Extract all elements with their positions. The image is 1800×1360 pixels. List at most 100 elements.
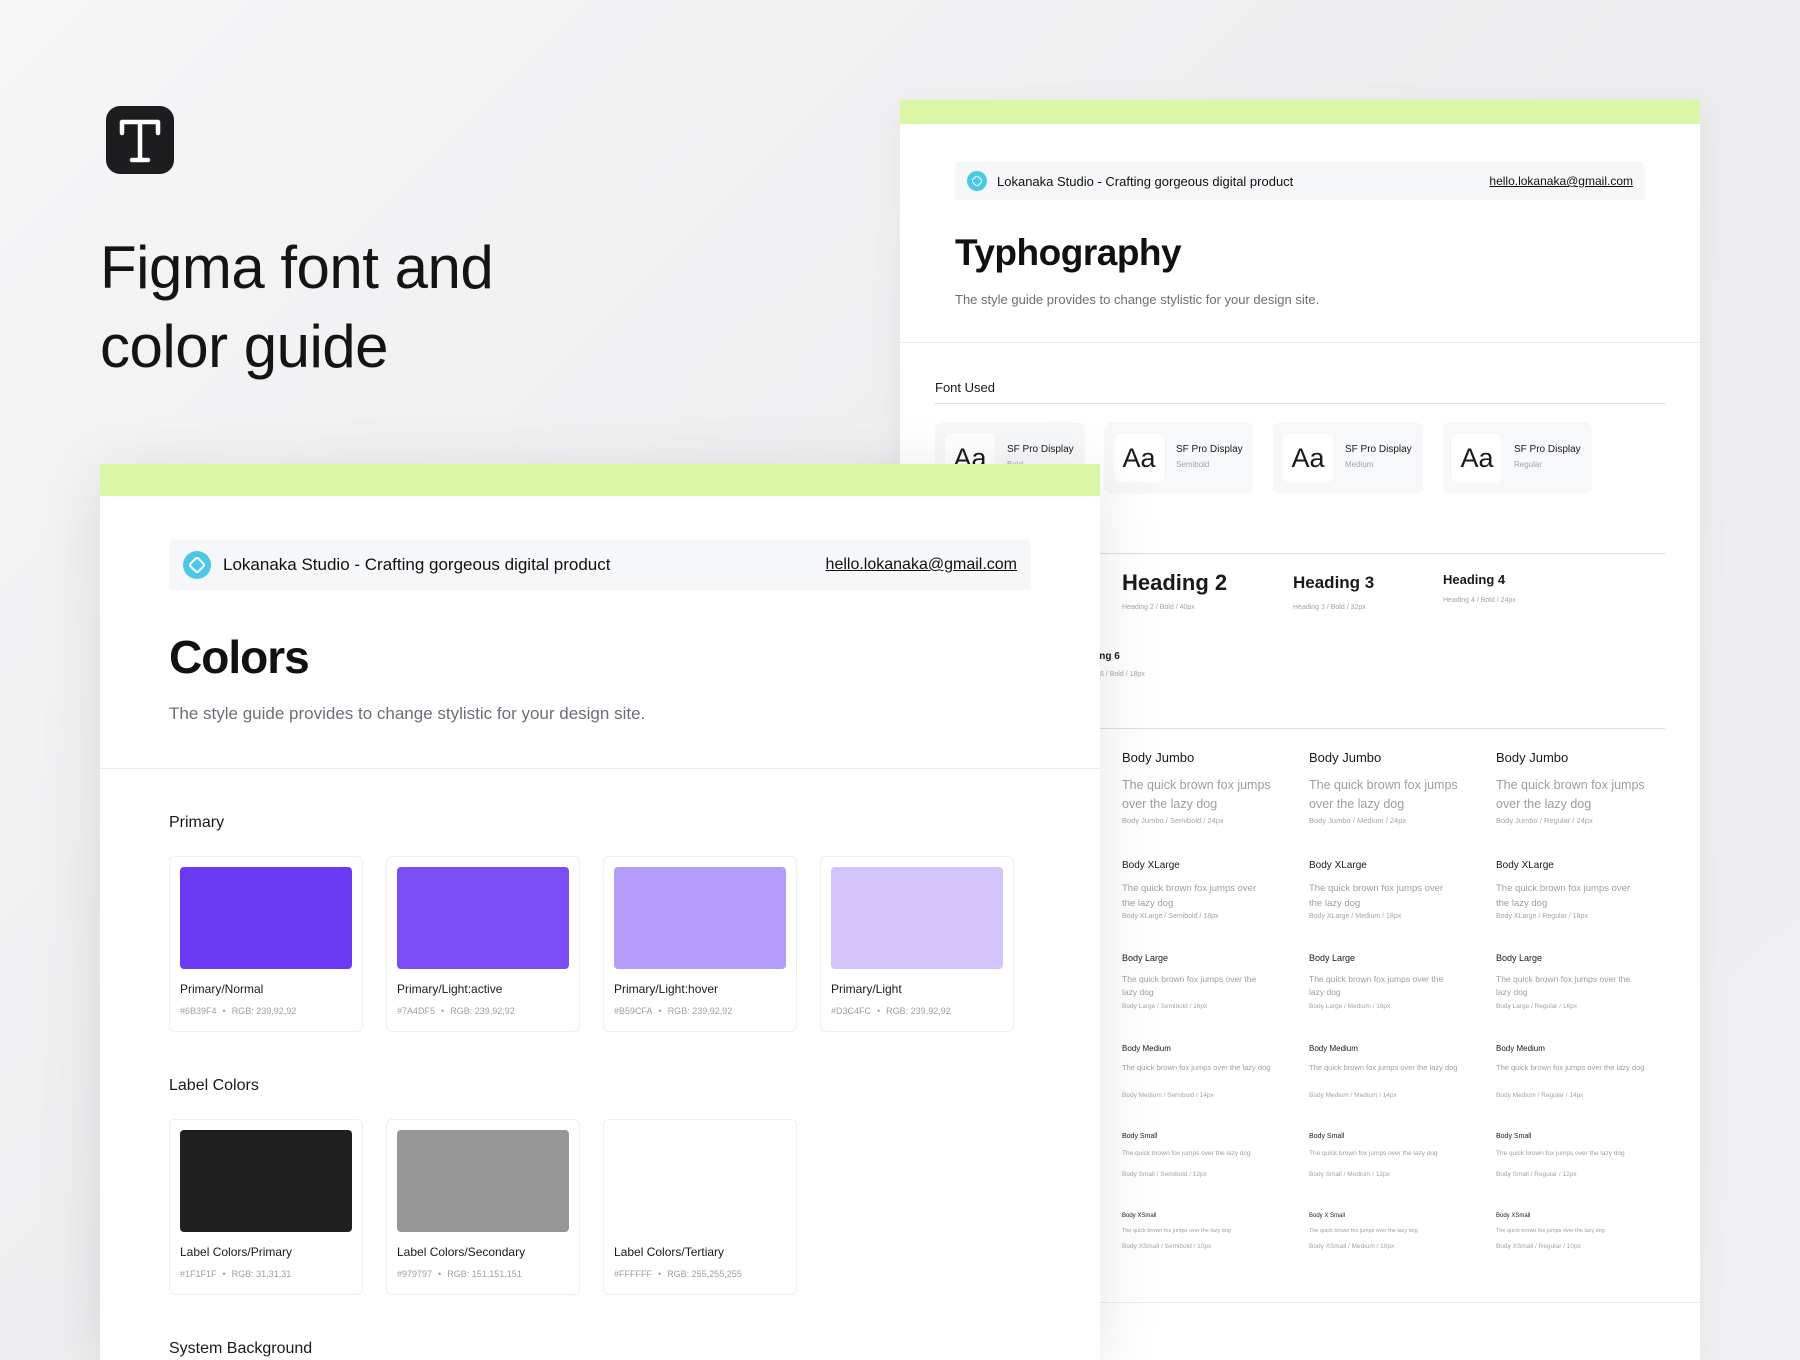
font-name: SF Pro Display xyxy=(1514,444,1581,455)
body-style-name: Body Large xyxy=(1496,953,1543,963)
body-style-name: Body Small xyxy=(1309,1133,1345,1140)
brand-bar: Lokanaka Studio - Crafting gorgeous digi… xyxy=(955,162,1645,200)
body-style-name: Body XSmall xyxy=(1122,1213,1157,1219)
color-name: Primary/Normal xyxy=(180,982,264,996)
section-label-font-used: Font Used xyxy=(935,380,995,395)
color-swatch xyxy=(180,867,352,969)
body-style-meta: Body Medium / Medium / 14px xyxy=(1309,1092,1397,1099)
color-swatch-card[interactable]: Label Colors/Tertiary #FFFFFF • RGB: 255,25… xyxy=(603,1119,797,1295)
heading-4-meta: Heading 4 / Bold / 24px xyxy=(1443,597,1516,604)
body-style-sample: The quick brown fox jumps over the lazy … xyxy=(1496,778,1645,812)
color-name: Primary/Light:hover xyxy=(614,982,719,996)
color-swatch-card[interactable]: Label Colors/Secondary #979797 • RGB: 151,1… xyxy=(386,1119,580,1295)
separator-dot: • xyxy=(222,1006,226,1016)
body-style-sample: The quick brown fox jumps over the lazy … xyxy=(1309,1063,1458,1072)
body-style-meta: Body XLarge / Regular / 18px xyxy=(1496,913,1588,920)
body-style-name: Body XLarge xyxy=(1496,860,1554,871)
app-icon xyxy=(106,106,174,174)
brand-name: Lokanaka Studio - Crafting gorgeous digi… xyxy=(997,173,1294,189)
brand-email-link[interactable]: hello.lokanaka@gmail.com xyxy=(1489,174,1633,188)
font-card: Aa SF Pro Display Regular xyxy=(1442,422,1592,494)
font-sample: Aa xyxy=(1114,434,1164,482)
section-label-primary: Primary xyxy=(169,814,225,831)
studio-logo-icon xyxy=(967,171,987,191)
body-style-meta: Body XLarge / Medium / 18px xyxy=(1309,913,1402,920)
body-style-name: Body Medium xyxy=(1496,1044,1545,1053)
color-rgb: RGB: 151,151,151 xyxy=(447,1269,522,1279)
color-values: #1F1F1F • RGB: 31,31,31 xyxy=(180,1269,291,1279)
body-style-name: Body Medium xyxy=(1309,1044,1358,1053)
body-style-name: Body Jumbo xyxy=(1309,750,1382,765)
color-swatch xyxy=(180,1130,352,1232)
body-style-meta: Body XSmall / Semibold / 10px xyxy=(1122,1243,1212,1250)
body-style-meta: Body Medium / Semibold / 14px xyxy=(1122,1092,1214,1099)
font-weight: Regular xyxy=(1514,460,1543,469)
body-style-name: Body Large xyxy=(1122,953,1169,963)
body-style-sample: The quick brown fox jumps over the lazy … xyxy=(1309,974,1444,998)
separator-dot: • xyxy=(877,1006,881,1016)
body-style-meta: Body Medium / Regular / 14px xyxy=(1496,1092,1584,1099)
section-label-system-background: System Background xyxy=(169,1340,313,1357)
color-rgb: RGB: 239,92,92 xyxy=(450,1006,515,1016)
color-values: #6B39F4 • RGB: 239,92,92 xyxy=(180,1006,296,1016)
body-style-meta: Body Jumbo / Medium / 24px xyxy=(1309,816,1407,825)
body-style-meta: Body XSmall / Regular / 10px xyxy=(1496,1243,1581,1250)
brand-email-link[interactable]: hello.lokanaka@gmail.com xyxy=(826,556,1017,574)
color-name: Primary/Light xyxy=(831,982,902,996)
color-swatch xyxy=(614,1130,786,1232)
font-name: SF Pro Display xyxy=(1007,444,1074,455)
body-style-sample: The quick brown fox jumps over the lazy … xyxy=(1309,1150,1438,1157)
color-rgb: RGB: 239,92,92 xyxy=(667,1006,733,1016)
body-style-meta: Body Large / Semibold / 16px xyxy=(1122,1003,1208,1010)
color-swatch xyxy=(397,867,569,969)
heading-3-meta: Heading 3 / Bold / 32px xyxy=(1293,604,1366,611)
colors-card: Lokanaka Studio - Crafting gorgeous digi… xyxy=(100,464,1100,1360)
color-swatch-card[interactable]: Primary/Normal #6B39F4 • RGB: 239,92,92 xyxy=(169,856,363,1032)
color-swatch-card[interactable]: Primary/Light:hover #B59CFA • RGB: 239,92,9… xyxy=(603,856,797,1032)
body-style-meta: Body Jumbo / Regular / 24px xyxy=(1496,816,1593,825)
body-style-meta: Body Large / Regular / 16px xyxy=(1496,1003,1577,1010)
body-style-sample: The quick brown fox jumps over the lazy … xyxy=(1122,778,1271,812)
hero-title: Figma font and color guide xyxy=(100,228,800,386)
hero-title-line2: color guide xyxy=(100,313,389,380)
color-swatch-card[interactable]: Primary/Light #D3C4FC • RGB: 239,92,92 xyxy=(820,856,1014,1032)
body-style-name: Body Small xyxy=(1122,1133,1158,1140)
color-swatch-card[interactable]: Label Colors/Primary #1F1F1F • RGB: 31,31,3… xyxy=(169,1119,363,1295)
color-hex: #D3C4FC xyxy=(831,1006,872,1016)
letter-t-icon xyxy=(119,119,161,163)
font-weight: Medium xyxy=(1345,460,1374,469)
font-sample: Aa xyxy=(1452,434,1502,482)
divider xyxy=(900,342,1700,343)
section-label-label-colors: Label Colors xyxy=(169,1077,259,1094)
hero-title-line1: Figma font and xyxy=(100,234,494,301)
font-name: SF Pro Display xyxy=(1345,444,1412,455)
color-values: #B59CFA • RGB: 239,92,92 xyxy=(614,1006,732,1016)
body-style-name: Body Jumbo xyxy=(1122,750,1195,765)
color-swatch xyxy=(831,867,1003,969)
body-style-name: Body XLarge xyxy=(1122,860,1180,871)
color-name: Primary/Light:active xyxy=(397,982,503,996)
color-swatch-card[interactable]: Primary/Light:active #7A4DF5 • RGB: 239,92,… xyxy=(386,856,580,1032)
body-style-name: Body Medium xyxy=(1122,1044,1171,1053)
divider xyxy=(935,403,1665,404)
heading-2-sample: Heading 2 xyxy=(1122,570,1228,595)
color-hex: #1F1F1F xyxy=(180,1269,217,1279)
body-style-sample: The quick brown fox jumps over the lazy … xyxy=(1496,1063,1645,1072)
color-name: Label Colors/Secondary xyxy=(397,1245,526,1259)
body-style-sample: The quick brown fox jumps over the lazy … xyxy=(1496,1150,1625,1157)
color-swatch xyxy=(614,867,786,969)
color-rgb: RGB: 31,31,31 xyxy=(231,1269,292,1279)
color-values: #7A4DF5 • RGB: 239,92,92 xyxy=(397,1006,515,1016)
accent-bar xyxy=(900,100,1700,124)
body-style-sample: The quick brown fox jumps over the lazy … xyxy=(1496,1228,1605,1234)
color-values: #FFFFFF • RGB: 255,255,255 xyxy=(614,1269,742,1279)
color-rgb: RGB: 239,92,92 xyxy=(886,1006,951,1016)
body-style-sample: The quick brown fox jumps over the lazy … xyxy=(1122,1150,1251,1157)
font-card: Aa SF Pro Display Semibold xyxy=(1104,422,1254,494)
heading-4-sample: Heading 4 xyxy=(1443,572,1506,587)
body-style-sample: The quick brown fox jumps over the lazy … xyxy=(1122,1063,1271,1072)
body-style-meta: Body Small / Regular / 12px xyxy=(1496,1171,1577,1178)
body-style-sample: The quick brown fox jumps over the lazy … xyxy=(1309,778,1458,812)
brand-name: Lokanaka Studio - Crafting gorgeous digi… xyxy=(223,555,611,574)
font-name: SF Pro Display xyxy=(1176,444,1243,455)
